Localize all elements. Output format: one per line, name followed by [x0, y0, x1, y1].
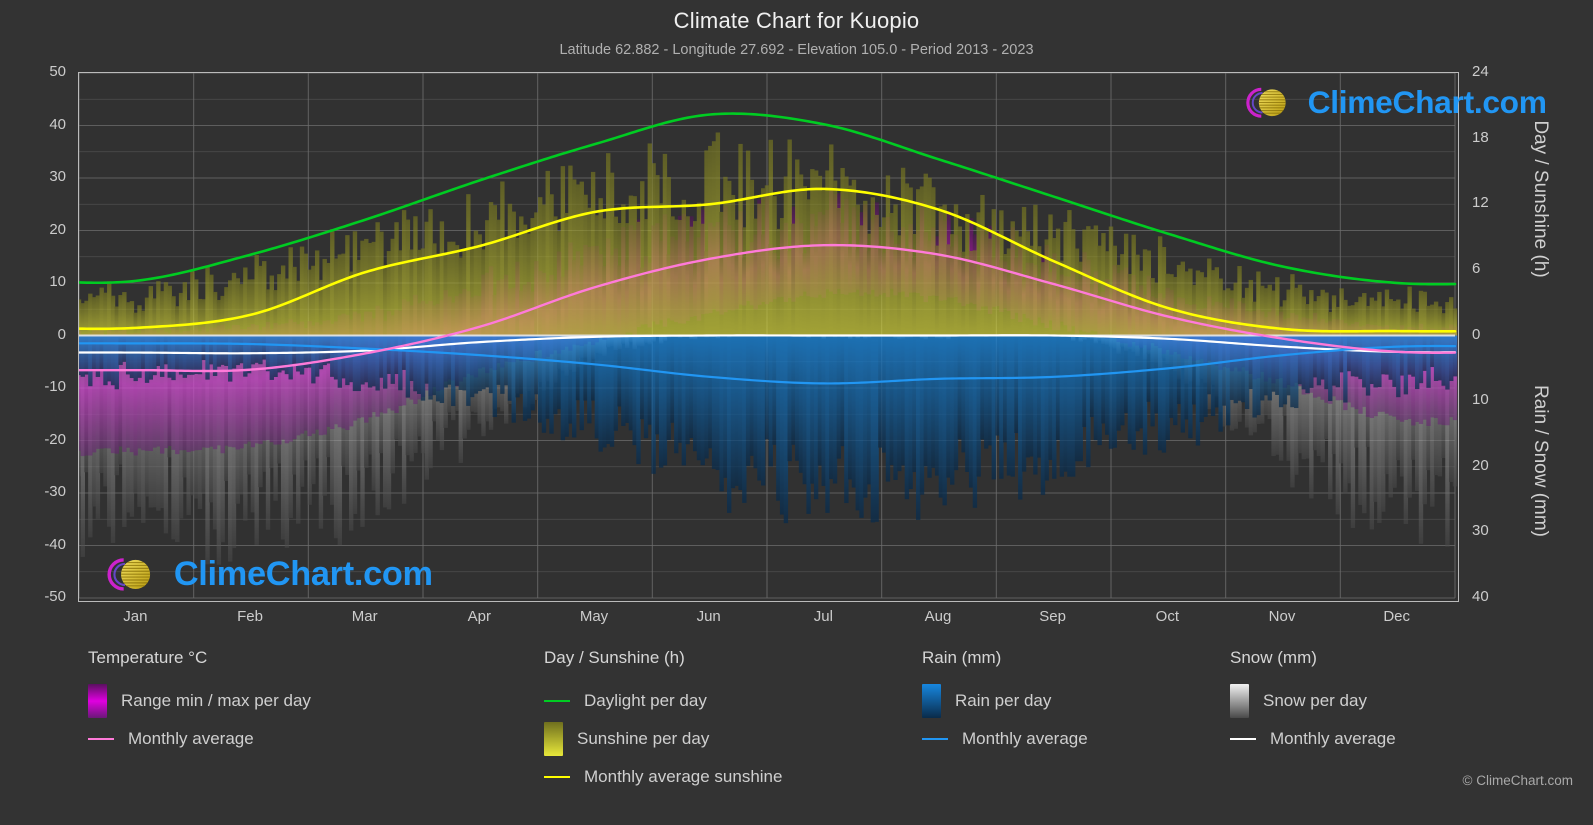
legend-label-snow: Snow per day — [1263, 691, 1367, 710]
x-tick-nov: Nov — [1268, 608, 1296, 625]
x-tick-jan: Jan — [123, 608, 148, 625]
y-tick-right-precip: 10 — [1472, 391, 1489, 409]
x-tick-sep: Sep — [1039, 608, 1066, 625]
page-title: Climate Chart for Kuopio — [673, 8, 920, 33]
legend-heading-sunshine: Day / Sunshine (h) — [544, 648, 685, 667]
legend-item-daylight[interactable]: Daylight per day — [544, 682, 782, 720]
rain-swatch — [922, 684, 941, 718]
legend-label-rain-average: Monthly average — [962, 729, 1088, 748]
copyright-credit: © ClimeChart.com — [1462, 773, 1573, 788]
legend-group-snow: Snow (mm) Snow per day Monthly average — [1230, 648, 1396, 758]
x-tick-mar: Mar — [351, 608, 378, 625]
x-tick-may: May — [579, 608, 609, 625]
legend-item-rain-average[interactable]: Monthly average — [922, 720, 1088, 758]
x-tick-aug: Aug — [924, 608, 952, 625]
temperature-average-line — [88, 738, 114, 740]
sunshine-average-line — [544, 776, 570, 778]
legend-item-temp-range[interactable]: Range min / max per day — [88, 682, 311, 720]
snow-average-swatch — [1230, 738, 1256, 740]
watermark-logo-bottom: ClimeChart.com — [92, 552, 433, 597]
legend-group-sunshine: Day / Sunshine (h) Daylight per day Suns… — [544, 648, 782, 796]
legend-item-temp-average[interactable]: Monthly average — [88, 720, 311, 758]
y-tick-left: 40 — [49, 115, 66, 133]
y-tick-right-sunshine: 0 — [1472, 325, 1481, 343]
legend-label-temp-average: Monthly average — [128, 729, 254, 748]
legend-group-temperature: Temperature °C Range min / max per day M… — [88, 648, 311, 758]
y-tick-left: 10 — [49, 273, 66, 290]
climechart-logo-mark — [107, 558, 151, 591]
y-tick-left: -10 — [44, 378, 66, 395]
y-axis-right-bottom-label: Rain / Snow (mm) — [1530, 384, 1551, 538]
x-tick-jun: Jun — [696, 608, 721, 625]
x-tick-dec: Dec — [1383, 608, 1410, 625]
daylight-line — [544, 700, 570, 702]
legend-heading-snow: Snow (mm) — [1230, 648, 1317, 667]
page-subtitle: Latitude 62.882 - Longitude 27.692 - Ele… — [559, 42, 1034, 58]
y-tick-left: -40 — [44, 535, 66, 553]
y-tick-right-precip: 20 — [1472, 456, 1489, 474]
snow-swatch — [1230, 684, 1249, 718]
y-tick-left: 0 — [57, 325, 66, 343]
legend-heading-rain: Rain (mm) — [922, 648, 1002, 667]
legend-item-sunshine[interactable]: Sunshine per day — [544, 720, 782, 758]
legend-group-rain: Rain (mm) Rain per day Monthly average — [922, 648, 1088, 758]
legend-label-sunshine: Sunshine per day — [577, 729, 710, 748]
chart-legend: Temperature °C Range min / max per day M… — [0, 648, 1593, 818]
legend-label-temp-range: Range min / max per day — [121, 691, 311, 710]
chart-canvas — [79, 73, 1458, 599]
rain-average-line — [922, 738, 948, 740]
legend-label-rain: Rain per day — [955, 691, 1052, 710]
y-tick-left: 50 — [49, 63, 66, 80]
climechart-logo-mark — [1246, 87, 1286, 118]
y-tick-left: -50 — [44, 588, 66, 605]
y-tick-left: 30 — [49, 168, 66, 185]
y-tick-right-sunshine: 6 — [1472, 259, 1481, 277]
y-axis-right-top-label: Day / Sunshine (h) — [1530, 120, 1551, 278]
climate-chart: Climate Chart for Kuopio Latitude 62.882… — [0, 0, 1593, 825]
legend-label-sunshine-average: Monthly average sunshine — [584, 767, 783, 786]
temperature-average-swatch — [88, 738, 114, 740]
y-tick-right-precip: 30 — [1472, 522, 1489, 540]
x-tick-apr: Apr — [467, 608, 491, 625]
plot-area — [78, 72, 1459, 602]
y-tick-right-sunshine: 24 — [1472, 63, 1489, 80]
y-tick-left: -20 — [44, 430, 66, 448]
y-tick-right-sunshine: 12 — [1472, 194, 1489, 212]
y-tick-right-sunshine: 18 — [1472, 128, 1489, 146]
x-tick-jul: Jul — [813, 608, 833, 625]
legend-heading-temperature: Temperature °C — [88, 648, 208, 667]
sunshine-swatch — [544, 722, 563, 756]
x-tick-oct: Oct — [1155, 608, 1179, 625]
x-tick-feb: Feb — [237, 608, 263, 625]
legend-item-snow[interactable]: Snow per day — [1230, 682, 1396, 720]
legend-item-snow-average[interactable]: Monthly average — [1230, 720, 1396, 758]
y-tick-left: 20 — [49, 220, 66, 238]
y-tick-left: -30 — [44, 483, 66, 500]
legend-label-snow-average: Monthly average — [1270, 729, 1396, 748]
daylight-swatch — [544, 700, 570, 702]
legend-item-sunshine-average[interactable]: Monthly average sunshine — [544, 758, 782, 796]
rain-average-swatch — [922, 738, 948, 740]
snow-average-line — [1230, 738, 1256, 740]
climechart-logo-text: ClimeChart.com — [1307, 84, 1547, 121]
legend-item-rain[interactable]: Rain per day — [922, 682, 1088, 720]
temperature-range-swatch — [88, 684, 107, 718]
sunshine-average-swatch — [544, 776, 570, 778]
watermark-logo-top: ClimeChart.com — [1232, 82, 1547, 123]
legend-label-daylight: Daylight per day — [584, 691, 707, 710]
y-tick-right-precip: 40 — [1472, 588, 1489, 605]
climechart-logo-text: ClimeChart.com — [173, 554, 433, 593]
